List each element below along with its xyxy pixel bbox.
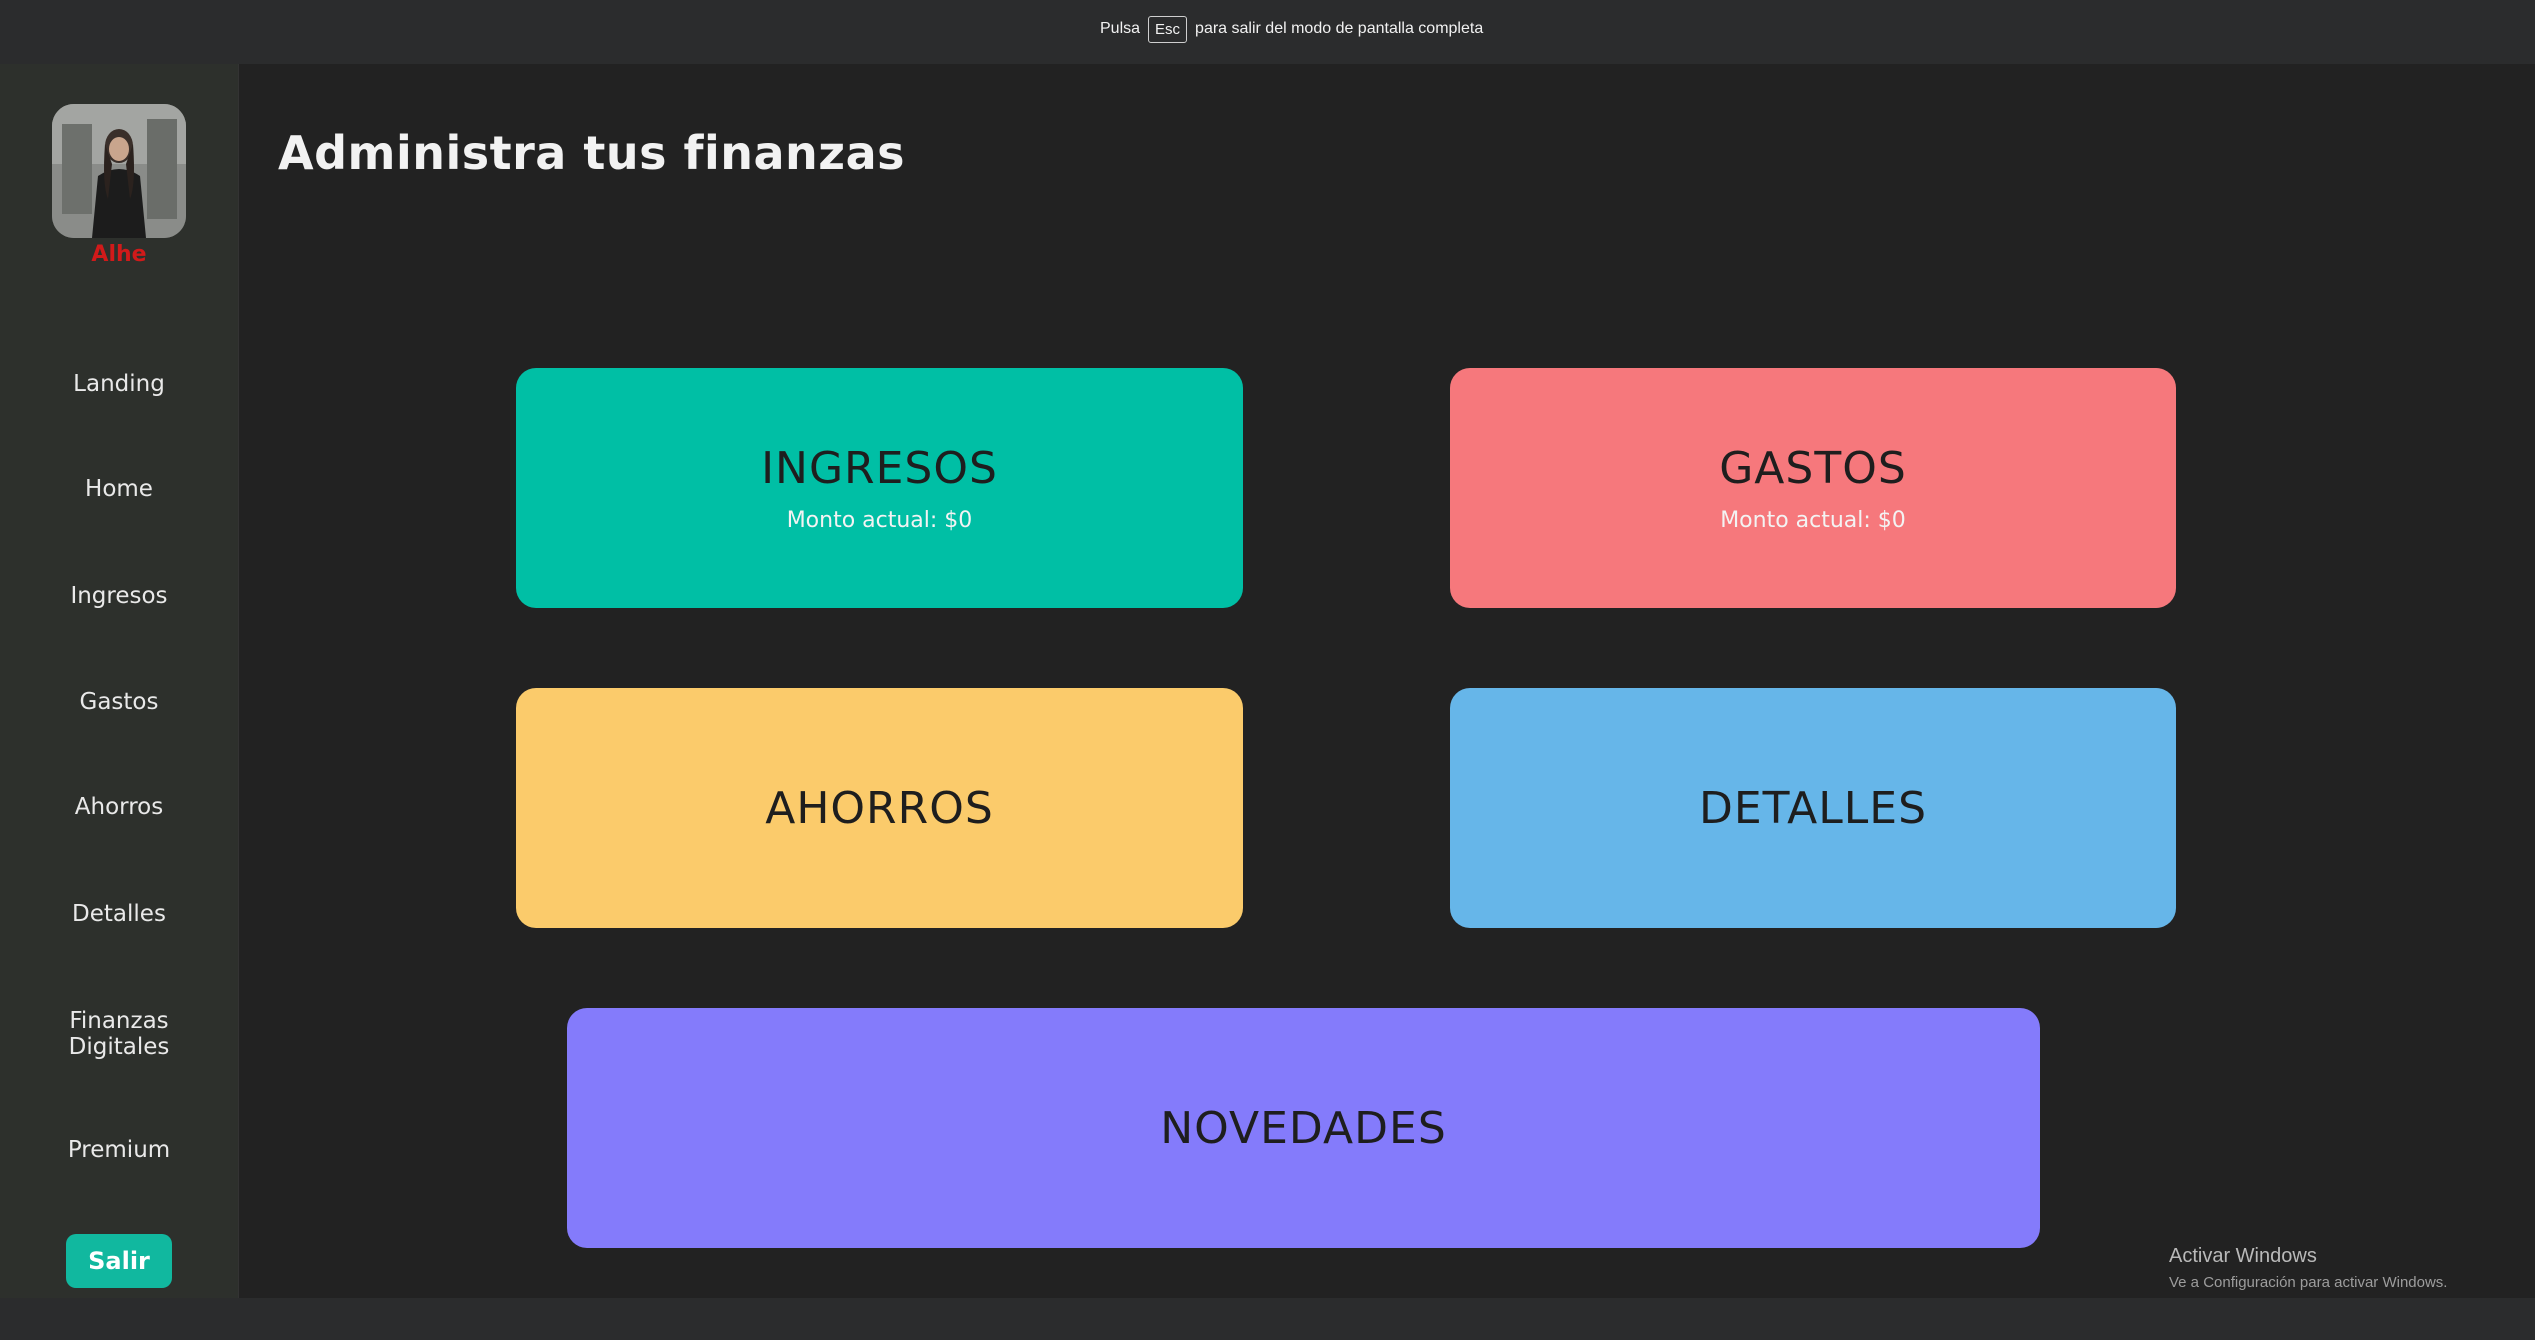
app-viewport: Alhe Landing Home Ingresos Gastos Ahorro… [0, 64, 2535, 1298]
windows-activation-watermark: Activar Windows Ve a Configuración para … [2169, 1245, 2447, 1291]
sidebar: Alhe Landing Home Ingresos Gastos Ahorro… [0, 64, 239, 1298]
esc-key-badge: Esc [1148, 15, 1188, 43]
detalles-card[interactable]: DETALLES [1450, 688, 2176, 928]
ahorros-card-title: AHORROS [765, 782, 994, 834]
logout-button[interactable]: Salir [66, 1234, 172, 1288]
sidebar-item-ingresos[interactable]: Ingresos [0, 583, 238, 609]
sidebar-item-finanzas-digitales[interactable]: Finanzas Digitales [54, 1008, 184, 1060]
page-title: Administra tus finanzas [278, 126, 905, 180]
ingresos-card[interactable]: INGRESOS Monto actual: $0 [516, 368, 1243, 608]
ingresos-card-amount: Monto actual: $0 [786, 508, 973, 533]
detalles-card-title: DETALLES [1699, 782, 1927, 834]
user-name: Alhe [91, 242, 147, 267]
fullscreen-notice-prefix: Pulsa [1100, 20, 1141, 37]
sidebar-item-ahorros[interactable]: Ahorros [0, 794, 238, 820]
sidebar-item-landing[interactable]: Landing [0, 371, 238, 397]
avatar [52, 104, 186, 238]
activation-title: Activar Windows [2169, 1245, 2317, 1267]
sidebar-item-gastos[interactable]: Gastos [0, 689, 238, 715]
fullscreen-notice: Pulsa Esc para salir del modo de pantall… [1100, 12, 1483, 46]
activation-subtitle: Ve a Configuración para activar Windows. [2169, 1274, 2448, 1291]
gastos-card-title: GASTOS [1719, 443, 1907, 494]
novedades-card[interactable]: NOVEDADES [567, 1008, 2040, 1248]
sidebar-item-premium[interactable]: Premium [0, 1137, 238, 1163]
gastos-card-amount: Monto actual: $0 [1720, 508, 1906, 533]
fullscreen-notice-suffix: para salir del modo de pantalla completa [1195, 20, 1484, 37]
bottom-bar [0, 1298, 2535, 1340]
user-photo-icon [52, 104, 186, 238]
fullscreen-notice-bar: Pulsa Esc para salir del modo de pantall… [0, 0, 2535, 64]
sidebar-item-home[interactable]: Home [0, 476, 238, 502]
sidebar-item-detalles[interactable]: Detalles [0, 901, 238, 927]
ahorros-card[interactable]: AHORROS [516, 688, 1243, 928]
gastos-card[interactable]: GASTOS Monto actual: $0 [1450, 368, 2176, 608]
ingresos-card-title: INGRESOS [761, 443, 998, 494]
novedades-card-title: NOVEDADES [1160, 1102, 1447, 1154]
